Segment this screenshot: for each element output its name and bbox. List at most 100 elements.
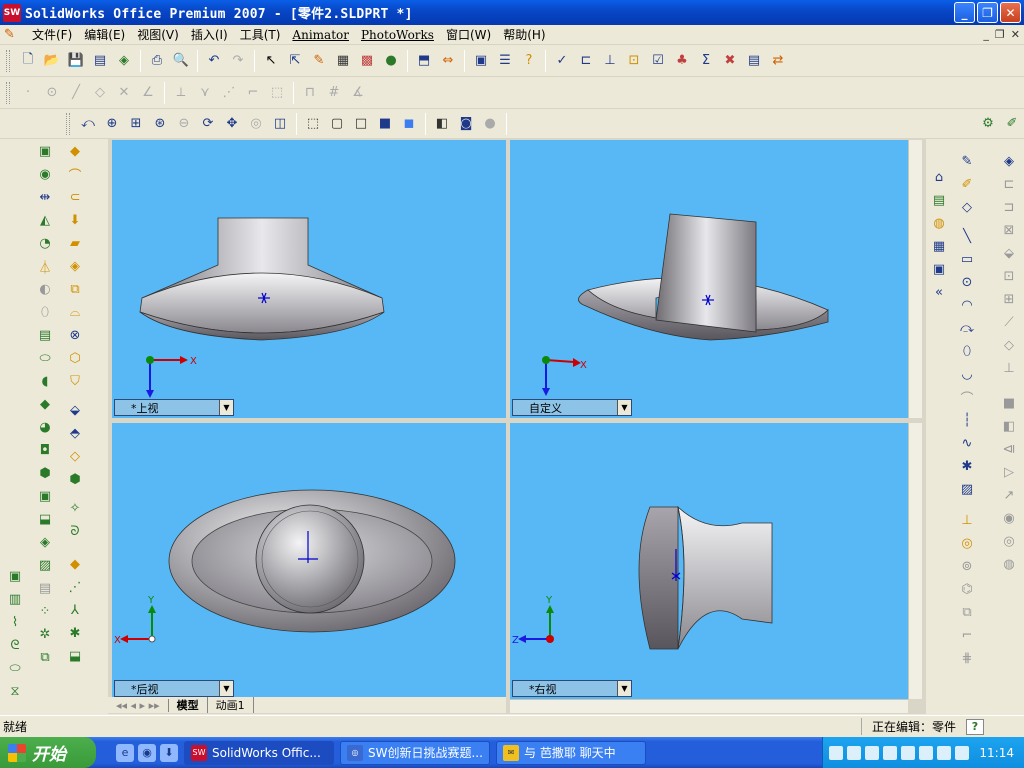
- menu-view[interactable]: 视图(V): [131, 26, 185, 43]
- tangent-arc-icon[interactable]: ⤼: [956, 317, 978, 340]
- texture-icon[interactable]: ▩: [356, 50, 378, 72]
- chevron-down-icon[interactable]: ▼: [617, 400, 631, 415]
- solidworks-logo-icon[interactable]: ✎: [4, 27, 22, 43]
- rotate-view-icon[interactable]: ⟳: [197, 113, 219, 135]
- move-component-icon[interactable]: ⇔: [437, 50, 459, 72]
- fill-surface-icon[interactable]: ⊗: [64, 324, 86, 347]
- section-view-icon[interactable]: ◧: [431, 113, 453, 135]
- parabola-icon[interactable]: ⌒: [956, 386, 978, 409]
- section-icon[interactable]: ⊥: [599, 50, 621, 72]
- menu-insert[interactable]: 插入(I): [185, 26, 234, 43]
- make-assembly-icon[interactable]: ◈: [113, 50, 135, 72]
- task-solidworks[interactable]: SW SolidWorks Offic...: [184, 740, 334, 765]
- horizontal-scrollbar-right[interactable]: [510, 699, 908, 713]
- instant-3d-icon[interactable]: ▣: [4, 565, 26, 588]
- hole-icon[interactable]: ◕: [34, 416, 56, 439]
- design-library-icon[interactable]: ✐: [1001, 113, 1023, 135]
- rectangle-dotted-icon[interactable]: ⬚: [266, 82, 288, 104]
- offset-icon[interactable]: ⋎: [194, 82, 216, 104]
- ruled-surface-icon[interactable]: ⌓: [64, 301, 86, 324]
- task-browser[interactable]: ◎ SW创新日挑战赛题...: [340, 740, 490, 765]
- spline-tool-icon[interactable]: ∿: [956, 432, 978, 455]
- drawing-tool-7-icon[interactable]: ⊞: [998, 288, 1020, 311]
- 3d-sketch-tool-icon[interactable]: ✐: [956, 173, 978, 196]
- reference-axis-icon[interactable]: ⋰: [64, 576, 86, 599]
- tag-icon[interactable]: ◈: [998, 150, 1020, 173]
- sketch-fillet-icon[interactable]: ⊥: [956, 509, 978, 532]
- drawing-tool-8-icon[interactable]: ⟋: [998, 311, 1020, 334]
- drawing-tool-6-icon[interactable]: ⊡: [998, 265, 1020, 288]
- redo-icon[interactable]: ↷: [227, 50, 249, 72]
- ie-icon[interactable]: e: [116, 743, 134, 762]
- hidden-lines-visible-icon[interactable]: ▢: [326, 113, 348, 135]
- toolbar-grip[interactable]: [66, 112, 70, 135]
- dimxpert-icon[interactable]: ▤: [743, 50, 765, 72]
- drawing-tool-5-icon[interactable]: ⬙: [998, 242, 1020, 265]
- sketch-chamfer-icon[interactable]: ◎: [956, 532, 978, 555]
- split-line-icon[interactable]: ▥: [4, 588, 26, 611]
- arc-tool-icon[interactable]: ◠: [956, 294, 978, 317]
- coordinate-system-icon[interactable]: ⅄: [64, 599, 86, 622]
- doc-close-icon[interactable]: ✕: [1011, 28, 1020, 41]
- file-explorer-icon[interactable]: ◍: [928, 212, 950, 235]
- toolbar-grip[interactable]: [6, 49, 10, 72]
- knit-surface-icon[interactable]: ⬡: [64, 347, 86, 370]
- chevron-left-icon[interactable]: [883, 745, 898, 760]
- maximize-button[interactable]: ❐: [977, 2, 998, 23]
- drawing-tool-10-icon[interactable]: ⊥: [998, 357, 1020, 380]
- trim-entities-icon[interactable]: ⧉: [956, 601, 978, 624]
- pan-icon[interactable]: ✥: [221, 113, 243, 135]
- tab-animation[interactable]: 动画1: [208, 697, 254, 713]
- drawing-tool-3-icon[interactable]: ⊐: [998, 196, 1020, 219]
- convert-icon[interactable]: ⋰: [218, 82, 240, 104]
- add-ins-icon[interactable]: ⚙: [977, 113, 999, 135]
- doc-minimize-icon[interactable]: _: [983, 28, 989, 41]
- shaded-icon[interactable]: ◼: [398, 113, 420, 135]
- feature-works-icon[interactable]: ⇄: [767, 50, 789, 72]
- properties-icon[interactable]: ☰: [494, 50, 516, 72]
- undo-icon[interactable]: ↶: [203, 50, 225, 72]
- composite-curve-icon[interactable]: ⬭: [4, 657, 26, 680]
- circular-pattern-icon[interactable]: ✲: [34, 623, 56, 646]
- zoom-to-area-icon[interactable]: ⊞: [125, 113, 147, 135]
- view-label-custom[interactable]: 自定义 ▼: [512, 399, 632, 416]
- collapse-pane-icon[interactable]: «: [928, 281, 950, 304]
- shell-icon[interactable]: ▤: [34, 324, 56, 347]
- reference-plane-icon[interactable]: ◆: [64, 553, 86, 576]
- print-preview-icon[interactable]: 🔍: [170, 50, 192, 72]
- rebuild-icon[interactable]: ✎: [308, 50, 330, 72]
- help-tray-icon[interactable]: [847, 745, 862, 760]
- task-chat[interactable]: ✉ 与 芭撒耶 聊天中: [496, 740, 646, 765]
- vertical-scrollbar-top[interactable]: [908, 140, 922, 418]
- drawing-tool-9-icon[interactable]: ◇: [998, 334, 1020, 357]
- mirror-icon[interactable]: ⟂: [170, 82, 192, 104]
- draft-icon[interactable]: ⏃: [34, 255, 56, 278]
- volume-icon[interactable]: [955, 745, 970, 760]
- save-icon[interactable]: 💾: [65, 50, 87, 72]
- angle-icon[interactable]: ∡: [347, 82, 369, 104]
- circle-icon[interactable]: ⊙: [41, 82, 63, 104]
- chamfer-icon[interactable]: ◆: [34, 393, 56, 416]
- replace-face-icon[interactable]: ⬢: [64, 468, 86, 491]
- point-feature-icon[interactable]: ✱: [64, 622, 86, 645]
- drawing-tool-12-icon[interactable]: ◧: [998, 415, 1020, 438]
- drawing-tool-14-icon[interactable]: ▷: [998, 461, 1020, 484]
- helix-icon[interactable]: ᘓ: [4, 634, 26, 657]
- untrim-surface-icon[interactable]: ⬙: [64, 399, 86, 422]
- menu-photoworks[interactable]: PhotoWorks: [355, 28, 440, 42]
- construction-geometry-icon[interactable]: ▨: [956, 478, 978, 501]
- point-icon[interactable]: ·: [17, 82, 39, 104]
- browser-icon[interactable]: ◉: [138, 743, 156, 762]
- viewport-back-view[interactable]: X Y *后视 ▼: [112, 423, 506, 699]
- split-icon[interactable]: ▨: [34, 554, 56, 577]
- custom-view-model[interactable]: X Z: [510, 140, 908, 418]
- linear-pattern-feature-icon[interactable]: ⁘: [34, 600, 56, 623]
- graphics-area[interactable]: X Z *上视▼ X Z 自定义▼: [108, 138, 926, 714]
- ellipse-tool-icon[interactable]: ⬯: [956, 340, 978, 363]
- mass-properties-icon[interactable]: ♣: [671, 50, 693, 72]
- line-tool-icon[interactable]: ╲: [956, 225, 978, 248]
- chevron-down-icon[interactable]: ▼: [219, 681, 233, 696]
- equations-icon[interactable]: Σ: [695, 50, 717, 72]
- drawing-tool-11-icon[interactable]: ■: [998, 392, 1020, 415]
- revolved-surface-icon[interactable]: ⊂: [64, 186, 86, 209]
